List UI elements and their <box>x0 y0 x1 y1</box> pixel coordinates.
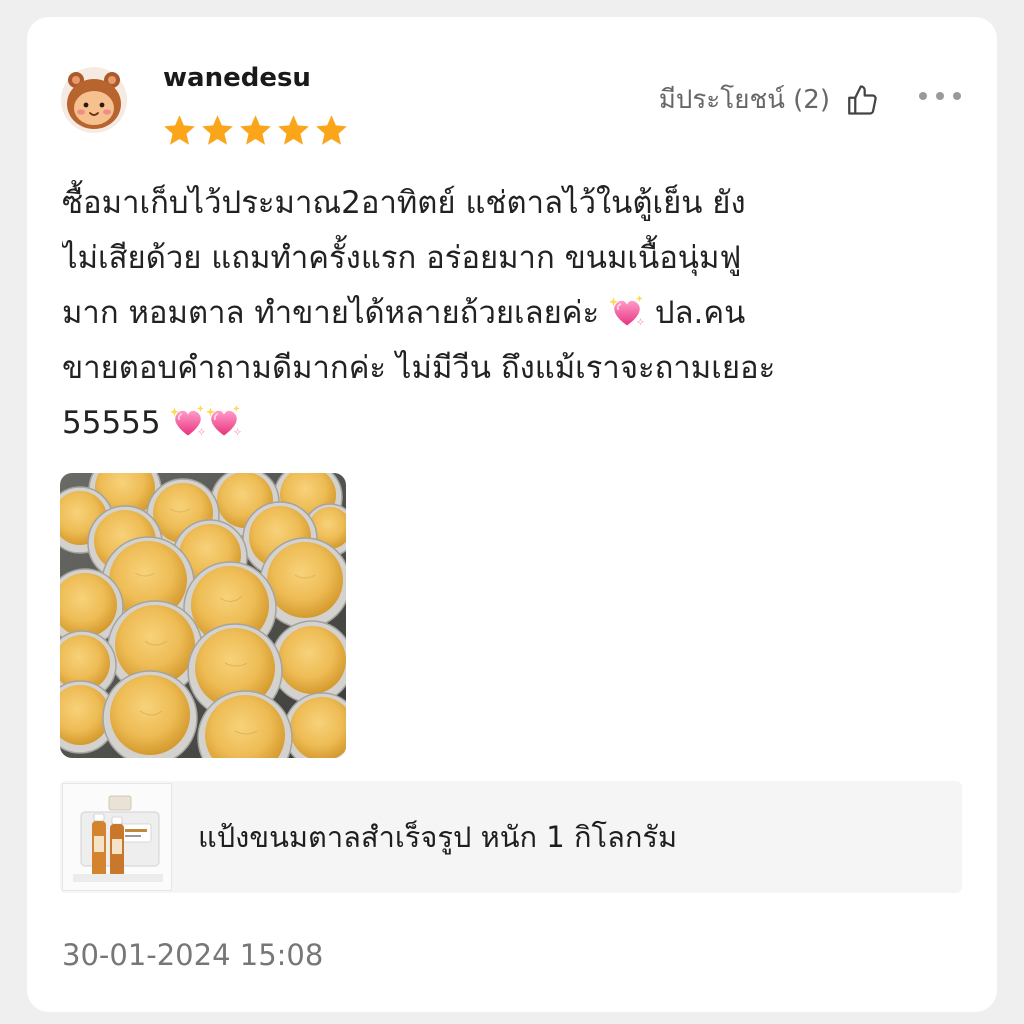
review-timestamp: 30-01-2024 15:08 <box>62 938 324 972</box>
review-text-segment: ขายตอบคำถามดีมากค่ะ ไม่มีวีน ถึงแม้เราจะ… <box>62 350 776 386</box>
sparkling-heart-icon <box>609 294 645 330</box>
review-text: ซื้อมาเก็บไว้ประมาณ2อาทิตย์ แช่ตาลไว้ในต… <box>62 176 932 451</box>
review-text-segment: ไม่เสียด้วย แถมทำครั้งแรก อร่อยมาก ขนมเน… <box>62 240 742 276</box>
thumbs-up-icon[interactable] <box>844 82 880 118</box>
star-icon <box>276 113 311 148</box>
star-icon <box>200 113 235 148</box>
username: wanedesu <box>163 63 311 93</box>
star-icon <box>314 113 349 148</box>
review-text-line: ซื้อมาเก็บไว้ประมาณ2อาทิตย์ แช่ตาลไว้ในต… <box>62 176 932 231</box>
rating-stars <box>162 113 349 148</box>
review-photo[interactable] <box>60 473 346 758</box>
review-text-line: 55555 <box>62 396 932 451</box>
more-dots-icon[interactable] <box>914 80 966 112</box>
review-text-line: ขายตอบคำถามดีมากค่ะ ไม่มีวีน ถึงแม้เราจะ… <box>62 341 932 396</box>
review-text-line: ไม่เสียด้วย แถมทำครั้งแรก อร่อยมาก ขนมเน… <box>62 231 932 286</box>
sparkling-heart-icon <box>170 404 206 440</box>
review-text-segment: 55555 <box>62 405 171 441</box>
product-name[interactable]: แป้งขนมตาลสำเร็จรูป หนัก 1 กิโลกรัม <box>198 817 677 857</box>
cartoon-avatar-icon <box>61 67 127 133</box>
review-text-segment: ปล.คน <box>645 295 746 331</box>
avatar <box>60 66 128 134</box>
star-icon <box>238 113 273 148</box>
helpful-button[interactable]: มีประโยชน์ (2) <box>659 82 880 118</box>
product-link[interactable]: แป้งขนมตาลสำเร็จรูป หนัก 1 กิโลกรัม <box>60 781 962 893</box>
review-text-segment: ซื้อมาเก็บไว้ประมาณ2อาทิตย์ แช่ตาลไว้ในต… <box>62 185 746 221</box>
product-image <box>63 784 171 890</box>
review-text-line: มาก หอมตาล ทำขายได้หลายถ้วยเลยค่ะ ปล.คน <box>62 286 932 341</box>
review-photo-image <box>60 473 346 758</box>
helpful-label: มีประโยชน์ (2) <box>658 85 830 115</box>
star-icon <box>162 113 197 148</box>
sparkling-heart-icon <box>206 404 242 440</box>
review-text-segment: มาก หอมตาล ทำขายได้หลายถ้วยเลยค่ะ <box>62 295 610 331</box>
product-thumbnail <box>62 783 172 891</box>
